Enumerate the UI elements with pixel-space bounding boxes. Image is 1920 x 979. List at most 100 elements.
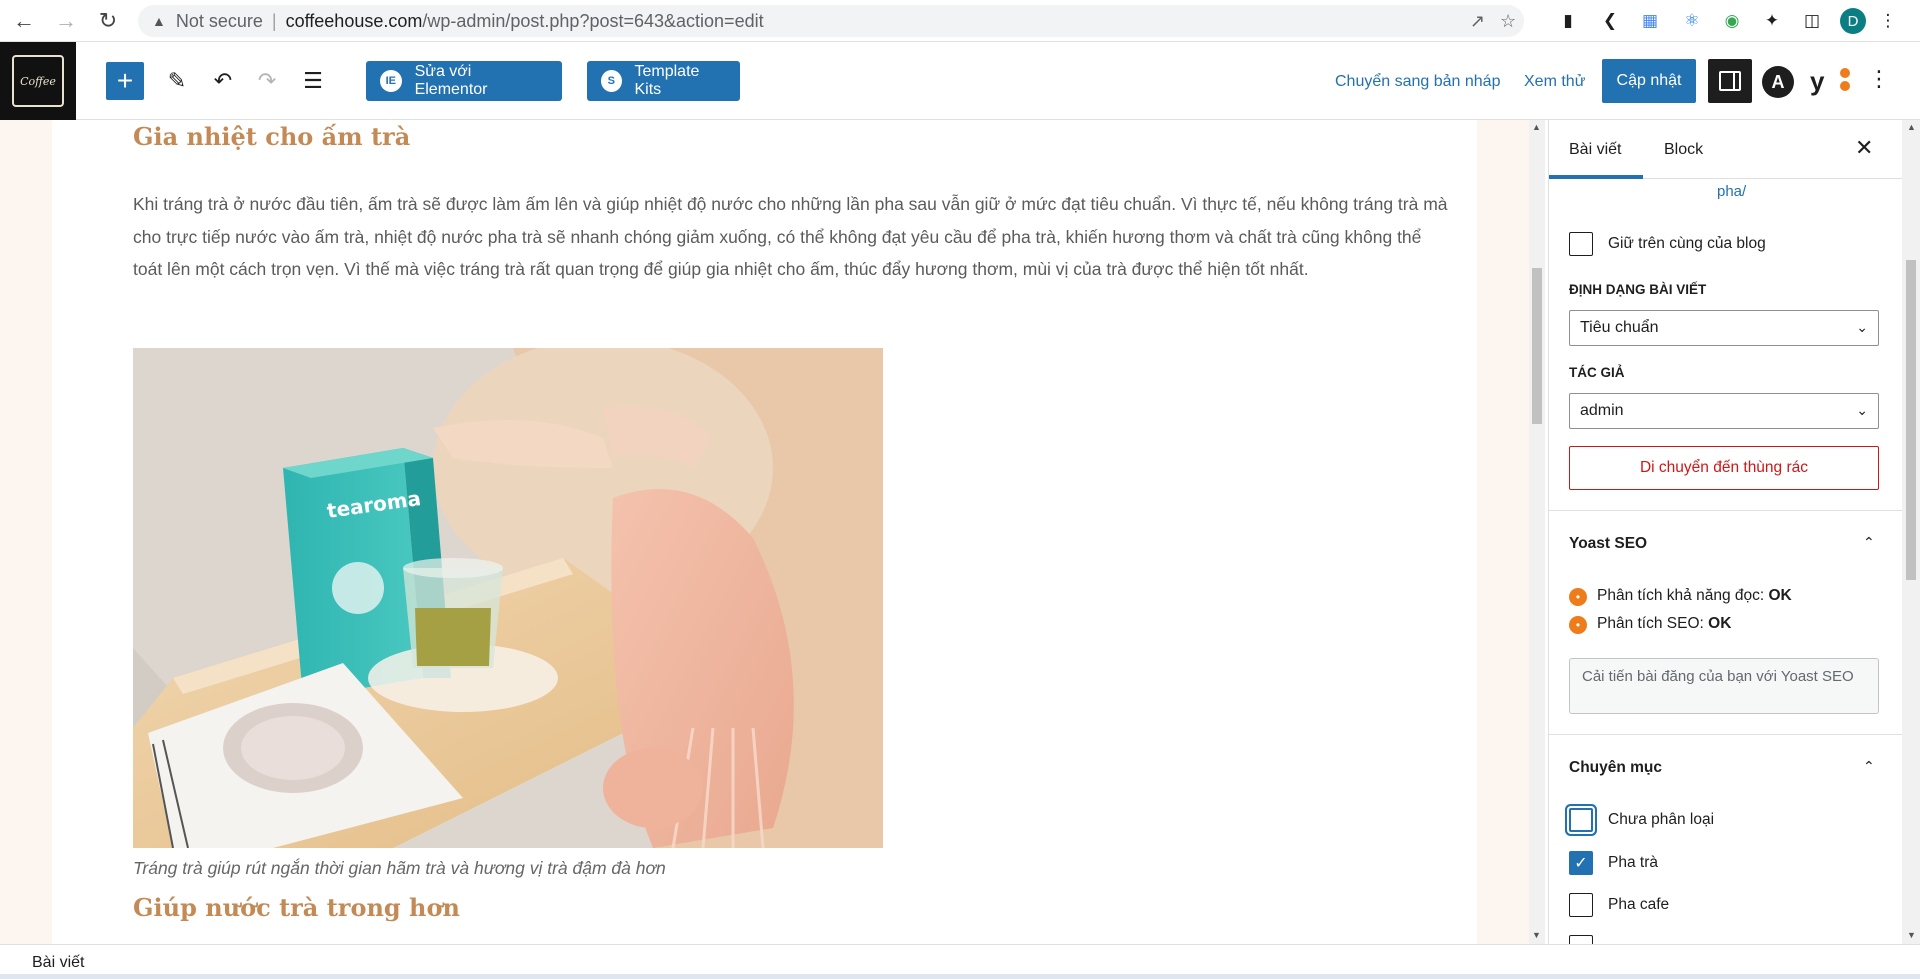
- yoast-improve-button[interactable]: Cải tiến bài đăng của bạn với Yoast SEO: [1569, 658, 1879, 714]
- template-kits-label: Template Kits: [634, 63, 700, 98]
- post-format-select[interactable]: Tiêu chuẩn ⌄: [1569, 310, 1879, 346]
- paragraph-block[interactable]: Khi tráng trà ở nước đầu tiên, ấm trà sẽ…: [133, 188, 1453, 286]
- readability-analysis: Phân tích khả năng đọc: OK: [1597, 587, 1792, 605]
- site-logo[interactable]: Coffee: [0, 42, 76, 120]
- settings-sidebar-toggle[interactable]: [1708, 59, 1752, 103]
- scroll-thumb[interactable]: [1532, 268, 1542, 424]
- translate-icon[interactable]: ▦: [1638, 9, 1662, 33]
- share-icon[interactable]: ↗: [1470, 11, 1485, 32]
- category-checkbox[interactable]: [1569, 893, 1593, 917]
- scroll-thumb[interactable]: [1906, 260, 1916, 580]
- options-menu-icon[interactable]: ⋮: [1868, 66, 1890, 92]
- reload-icon[interactable]: ↻: [90, 3, 126, 39]
- scroll-up-icon[interactable]: ▲: [1532, 122, 1541, 132]
- star-icon[interactable]: ☆: [1500, 11, 1516, 32]
- elementor-label: Sửa với Elementor: [414, 63, 488, 98]
- back-icon[interactable]: ←: [6, 3, 42, 39]
- sticky-label: Giữ trên cùng của blog: [1608, 235, 1766, 252]
- chevron-up-icon[interactable]: ⌃: [1863, 534, 1875, 551]
- forward-icon[interactable]: →: [48, 3, 84, 39]
- extension-back-icon[interactable]: ❮: [1598, 9, 1622, 33]
- address-bar[interactable]: ▲ Not secure | coffeehouse.com /wp-admin…: [138, 5, 1524, 37]
- scroll-up-icon[interactable]: ▲: [1907, 122, 1916, 132]
- switch-to-draft-button[interactable]: Chuyển sang bản nháp: [1335, 73, 1500, 91]
- add-block-button[interactable]: +: [106, 62, 144, 100]
- move-to-trash-button[interactable]: Di chuyển đến thùng rác: [1569, 446, 1879, 490]
- readability-value: OK: [1768, 587, 1792, 604]
- scroll-down-icon[interactable]: ▼: [1532, 930, 1541, 940]
- browser-toolbar: ← → ↻ ▲ Not secure | coffeehouse.com /wp…: [0, 0, 1920, 42]
- seo-analysis: Phân tích SEO: OK: [1597, 615, 1731, 633]
- image-block[interactable]: tearoma: [133, 348, 883, 848]
- permalink-slug[interactable]: pha/: [1717, 183, 1746, 200]
- sidebar-icon: [1719, 71, 1741, 91]
- scroll-down-icon[interactable]: ▼: [1907, 930, 1916, 940]
- category-checkbox[interactable]: ✓: [1569, 851, 1593, 875]
- extension-icon[interactable]: ▮: [1556, 9, 1580, 33]
- page-scrollbar[interactable]: ▲ ▼: [1902, 120, 1920, 944]
- sticky-checkbox[interactable]: [1569, 232, 1593, 256]
- author-select[interactable]: admin ⌄: [1569, 393, 1879, 429]
- author-label: TÁC GIẢ: [1569, 365, 1625, 380]
- post-format-value: Tiêu chuẩn: [1580, 319, 1659, 336]
- url-path: /wp-admin/post.php?post=643&action=edit: [422, 10, 764, 31]
- taskbar-strip: [0, 974, 1920, 979]
- block-breadcrumb[interactable]: Bài viết: [32, 954, 84, 972]
- chevron-up-icon[interactable]: ⌃: [1863, 758, 1875, 775]
- coffee-logo-icon: Coffee: [12, 55, 64, 107]
- heading-block[interactable]: Giúp nước trà trong hơn: [133, 893, 460, 922]
- editor-scrollbar[interactable]: ▲ ▼: [1529, 120, 1545, 944]
- category-checkbox[interactable]: [1569, 935, 1593, 944]
- editor-canvas[interactable]: Gia nhiệt cho ấm trà Khi tráng trà ở nướ…: [52, 120, 1477, 944]
- readability-label: Phân tích khả năng đọc:: [1597, 587, 1765, 604]
- not-secure-label: Not secure: [175, 10, 263, 31]
- category-label: Pha cafe: [1608, 896, 1670, 913]
- editor-canvas-wrapper: Gia nhiệt cho ấm trà Khi tráng trà ở nướ…: [0, 120, 1529, 944]
- sidebar-tabs: Bài viết Block ✕: [1549, 120, 1902, 179]
- yoast-icon[interactable]: y: [1810, 64, 1850, 98]
- undo-icon[interactable]: ↶: [208, 66, 238, 96]
- redo-icon[interactable]: ↷: [252, 66, 282, 96]
- edit-with-elementor-button[interactable]: IE Sửa với Elementor: [366, 61, 562, 101]
- readability-status-icon: •: [1569, 588, 1587, 606]
- template-kits-button[interactable]: S Template Kits: [587, 61, 740, 101]
- category-label: Chưa phân loại: [1608, 811, 1715, 828]
- yoast-panel-title[interactable]: Yoast SEO: [1569, 535, 1647, 553]
- close-icon[interactable]: ✕: [1855, 135, 1873, 161]
- seo-label: Phân tích SEO:: [1597, 615, 1704, 632]
- puzzle-icon[interactable]: ✦: [1760, 9, 1784, 33]
- heading-block[interactable]: Gia nhiệt cho ấm trà: [133, 122, 410, 151]
- url-separator: |: [271, 10, 277, 31]
- list-view-icon[interactable]: ☰: [298, 66, 328, 96]
- seo-status-icon: •: [1569, 616, 1587, 634]
- divider: [1549, 510, 1902, 511]
- menu-icon[interactable]: ⋮: [1876, 9, 1900, 33]
- update-button[interactable]: Cập nhật: [1602, 59, 1696, 103]
- react-devtools-icon[interactable]: ⚛: [1680, 9, 1704, 33]
- image-caption[interactable]: Tráng trà giúp rút ngắn thời gian hãm tr…: [133, 858, 666, 879]
- category-label: Pha trà: [1608, 854, 1658, 871]
- post-format-label: ĐỊNH DẠNG BÀI VIẾT: [1569, 282, 1707, 297]
- elementor-icon: IE: [380, 70, 402, 92]
- author-value: admin: [1580, 402, 1624, 419]
- profile-avatar[interactable]: D: [1840, 8, 1866, 34]
- editor-header: Coffee + ✎ ↶ ↷ ☰ IE Sửa với Elementor S …: [0, 42, 1920, 120]
- tab-block[interactable]: Block: [1664, 141, 1703, 159]
- categories-panel-title[interactable]: Chuyên mục: [1569, 759, 1662, 777]
- divider: [1549, 734, 1902, 735]
- seo-value: OK: [1708, 615, 1732, 632]
- color-picker-icon[interactable]: ◉: [1720, 9, 1744, 33]
- template-kits-icon: S: [601, 70, 622, 92]
- pencil-icon[interactable]: ✎: [162, 66, 192, 96]
- tab-post[interactable]: Bài viết: [1569, 141, 1621, 159]
- chevron-down-icon: ⌄: [1856, 402, 1868, 418]
- warning-icon: ▲: [152, 13, 166, 29]
- side-panel-icon[interactable]: ◫: [1800, 9, 1824, 33]
- url-host: coffeehouse.com: [285, 10, 423, 31]
- preview-button[interactable]: Xem thử: [1524, 73, 1585, 91]
- settings-sidebar: Bài viết Block ✕ pha/ Giữ trên cùng của …: [1548, 120, 1902, 944]
- active-tab-indicator: [1549, 175, 1643, 179]
- astra-icon[interactable]: A: [1762, 66, 1794, 98]
- category-checkbox[interactable]: [1569, 808, 1593, 832]
- tea-knitting-photo: tearoma: [133, 348, 883, 848]
